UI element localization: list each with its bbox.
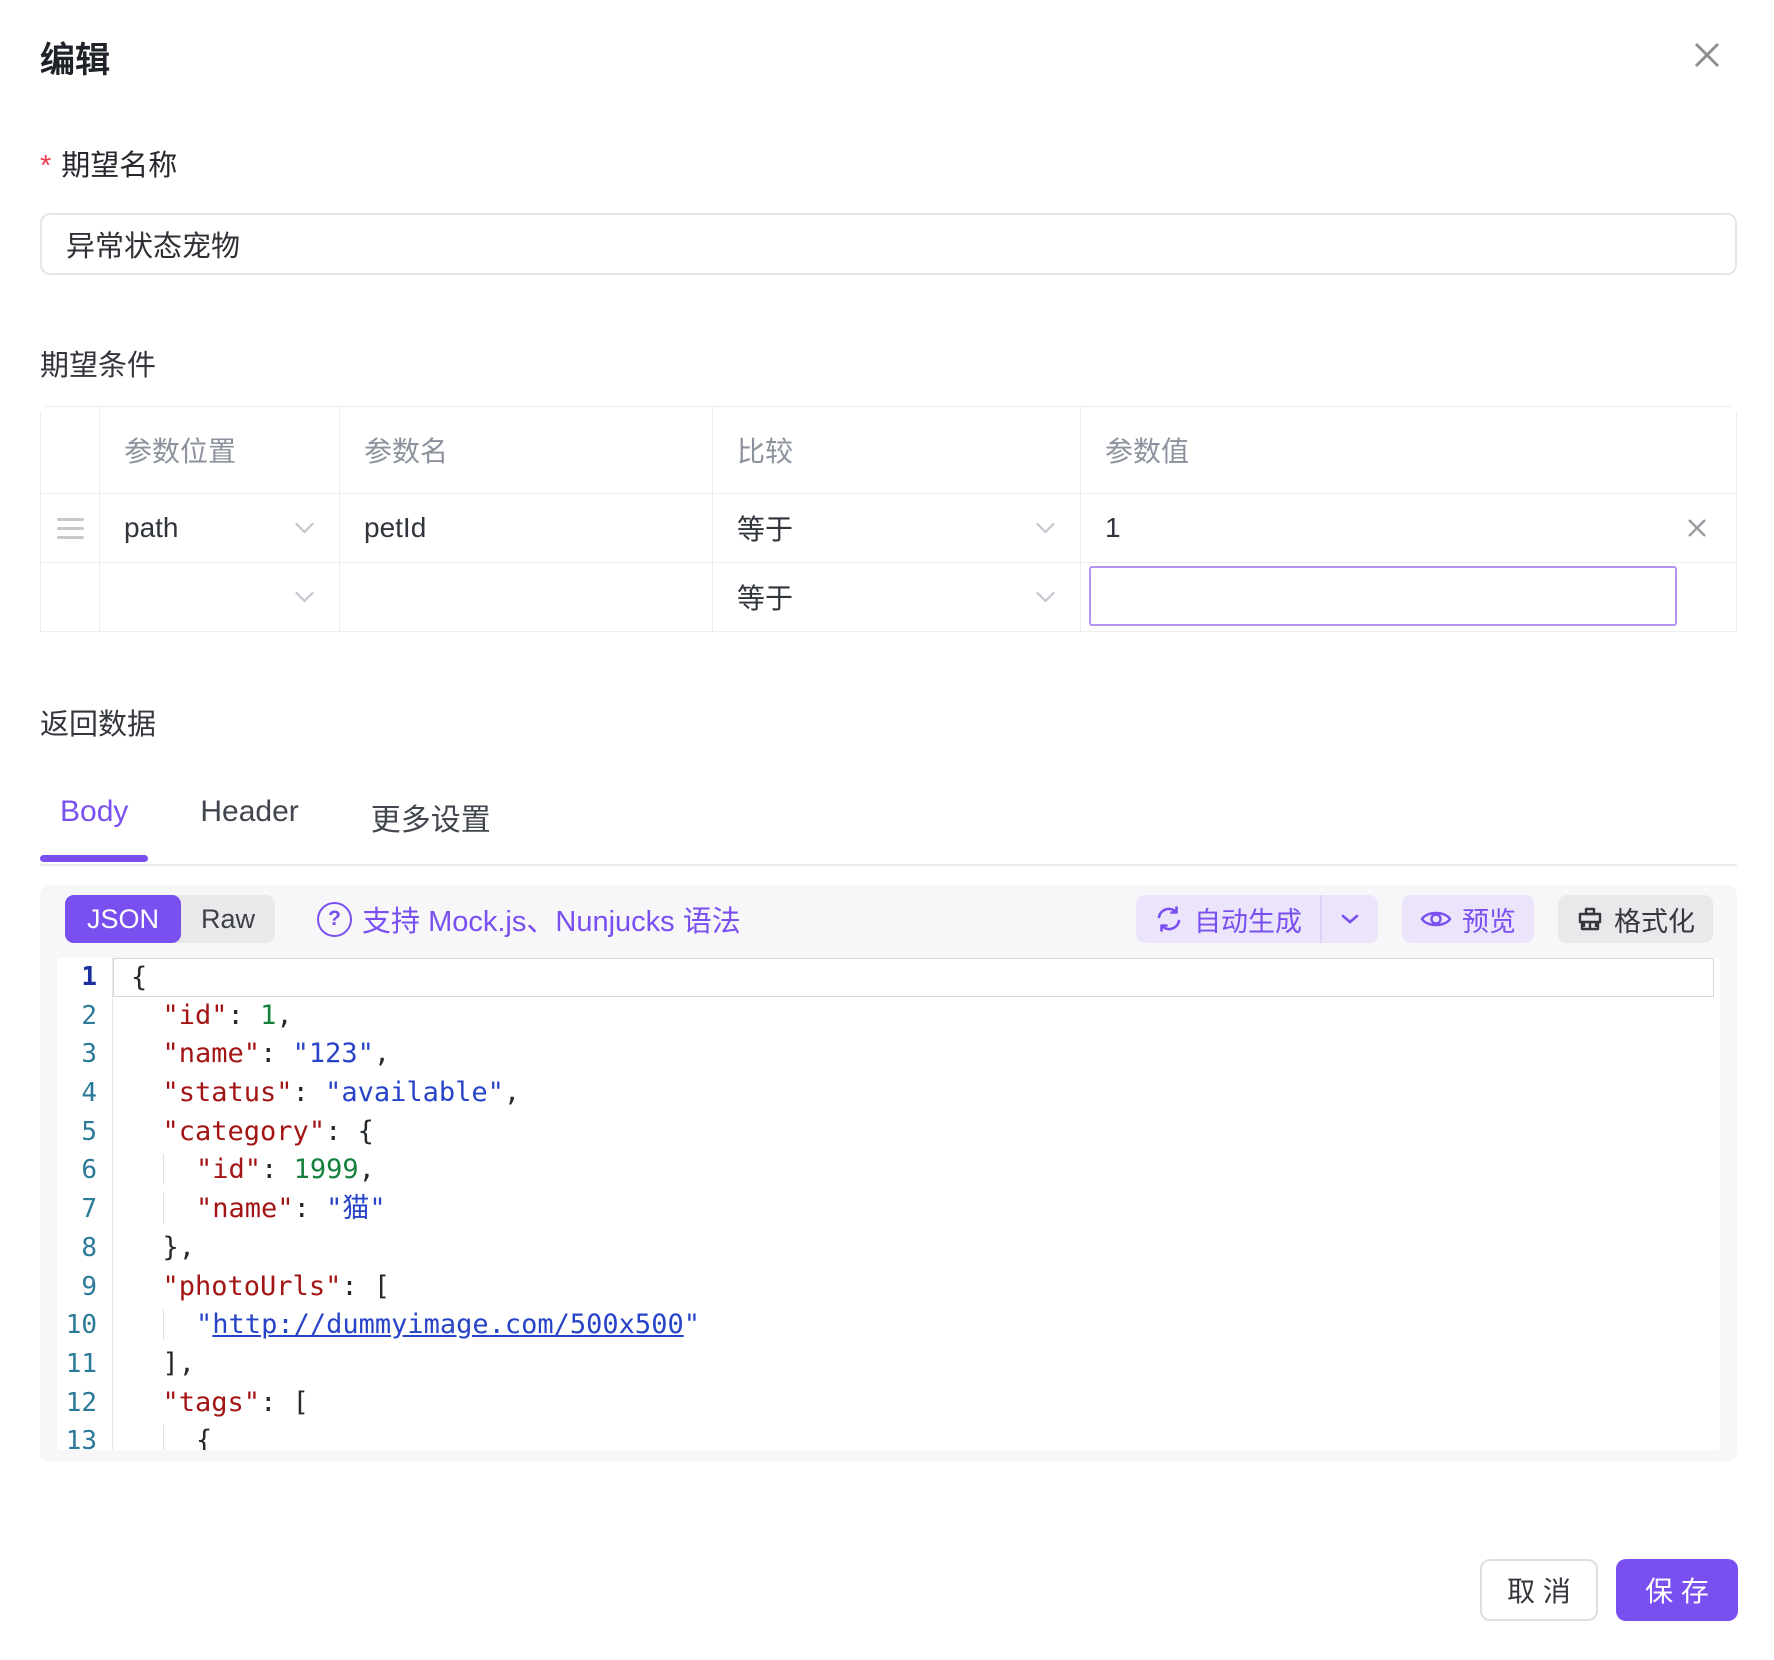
chevron-down-icon xyxy=(294,522,315,535)
param-value-input[interactable]: 1 xyxy=(1080,493,1736,562)
expectation-name-value: 异常状态宠物 xyxy=(66,223,240,265)
code-line[interactable]: 6 "id": 1999, xyxy=(57,1151,1720,1190)
editor-toolbar: JSON Raw ? 支持 Mock.js、Nunjucks 语法 自动生成 xyxy=(65,895,1713,943)
param-name-input[interactable] xyxy=(339,562,712,631)
line-number: 10 xyxy=(57,1306,113,1345)
line-number: 13 xyxy=(57,1422,113,1450)
code-line[interactable]: 10 "http://dummyimage.com/500x500" xyxy=(57,1306,1720,1345)
cancel-button[interactable]: 取 消 xyxy=(1480,1559,1598,1621)
code-line-content: "id": 1, xyxy=(113,997,1720,1036)
code-line[interactable]: 1{ xyxy=(57,958,1720,997)
format-icon xyxy=(1576,905,1604,933)
tab-header[interactable]: Header xyxy=(200,795,298,857)
code-line[interactable]: 8 }, xyxy=(57,1229,1720,1268)
drag-handle-icon[interactable] xyxy=(57,518,84,539)
line-number: 7 xyxy=(57,1190,113,1229)
line-number: 9 xyxy=(57,1268,113,1307)
auto-generate-split-button: 自动生成 xyxy=(1136,895,1378,943)
body-editor-panel: JSON Raw ? 支持 Mock.js、Nunjucks 语法 自动生成 xyxy=(40,885,1737,1462)
line-number: 12 xyxy=(57,1384,113,1423)
syntax-hint-link[interactable]: ? 支持 Mock.js、Nunjucks 语法 xyxy=(317,898,741,940)
code-line-content: "category": { xyxy=(113,1113,1720,1152)
clear-value-icon[interactable] xyxy=(1684,515,1710,541)
name-field-label: *期望名称 xyxy=(40,142,177,184)
response-tabs: Body Header 更多设置 xyxy=(40,795,1737,866)
eye-icon xyxy=(1420,907,1452,931)
code-line-content: ], xyxy=(113,1345,1720,1384)
condition-table: 参数位置 参数名 比较 参数值 path petId 等于 1 等于 xyxy=(40,406,1737,632)
auto-generate-button[interactable]: 自动生成 xyxy=(1136,900,1320,939)
table-header-handle xyxy=(41,407,99,493)
code-line-content: { xyxy=(113,958,1714,997)
chevron-down-icon xyxy=(1035,591,1056,604)
line-number: 6 xyxy=(57,1151,113,1190)
line-number: 1 xyxy=(57,958,113,997)
code-line[interactable]: 13 { xyxy=(57,1422,1720,1450)
code-line-content: "name": "123", xyxy=(113,1035,1720,1074)
param-name-value: petId xyxy=(364,512,426,544)
save-button[interactable]: 保 存 xyxy=(1616,1559,1738,1621)
code-line-content: }, xyxy=(113,1229,1720,1268)
expectation-name-input[interactable]: 异常状态宠物 xyxy=(40,213,1737,275)
code-line-content: "status": "available", xyxy=(113,1074,1720,1113)
code-line-content: "name": "猫" xyxy=(113,1190,1720,1229)
table-header-value: 参数值 xyxy=(1080,407,1736,493)
code-line[interactable]: 12 "tags": [ xyxy=(57,1384,1720,1423)
focused-value-input[interactable] xyxy=(1089,566,1677,626)
row-drag-handle xyxy=(41,562,99,631)
code-line[interactable]: 7 "name": "猫" xyxy=(57,1190,1720,1229)
code-line-content: "http://dummyimage.com/500x500" xyxy=(113,1306,1720,1345)
chevron-down-icon xyxy=(1035,522,1056,535)
required-asterisk: * xyxy=(40,150,51,182)
param-position-select[interactable] xyxy=(99,562,339,631)
table-header-compare: 比较 xyxy=(712,407,1080,493)
tab-more-settings[interactable]: 更多设置 xyxy=(371,795,491,867)
code-line-content: "id": 1999, xyxy=(113,1151,1720,1190)
line-number: 3 xyxy=(57,1035,113,1074)
line-number: 5 xyxy=(57,1113,113,1152)
syntax-hint-text: 支持 Mock.js、Nunjucks 语法 xyxy=(362,898,741,940)
table-header-param: 参数名 xyxy=(339,407,712,493)
line-number: 4 xyxy=(57,1074,113,1113)
param-value-text: 1 xyxy=(1105,512,1121,544)
question-circle-icon: ? xyxy=(317,902,352,937)
code-line[interactable]: 2 "id": 1, xyxy=(57,997,1720,1036)
chevron-down-icon xyxy=(294,591,315,604)
line-number: 8 xyxy=(57,1229,113,1268)
compare-value: 等于 xyxy=(737,577,793,617)
code-line[interactable]: 4 "status": "available", xyxy=(57,1074,1720,1113)
mode-raw-button[interactable]: Raw xyxy=(181,895,275,943)
line-number: 11 xyxy=(57,1345,113,1384)
code-line[interactable]: 11 ], xyxy=(57,1345,1720,1384)
compare-select[interactable]: 等于 xyxy=(712,493,1080,562)
mode-switch: JSON Raw xyxy=(65,895,275,943)
param-position-value: path xyxy=(124,512,179,544)
code-editor[interactable]: 1{2 "id": 1,3 "name": "123",4 "status": … xyxy=(57,958,1720,1450)
auto-generate-dropdown-button[interactable] xyxy=(1322,913,1378,925)
condition-section-title: 期望条件 xyxy=(40,342,156,384)
refresh-icon xyxy=(1154,904,1184,934)
param-position-select[interactable]: path xyxy=(99,493,339,562)
compare-select[interactable]: 等于 xyxy=(712,562,1080,631)
row-drag-handle[interactable] xyxy=(41,493,99,562)
tab-body[interactable]: Body xyxy=(60,795,128,857)
line-number: 2 xyxy=(57,997,113,1036)
param-value-input[interactable] xyxy=(1080,562,1736,631)
code-line-content: "tags": [ xyxy=(113,1384,1720,1423)
return-data-section-title: 返回数据 xyxy=(40,701,156,743)
compare-value: 等于 xyxy=(737,508,793,548)
param-name-input[interactable]: petId xyxy=(339,493,712,562)
code-line-content: { xyxy=(113,1422,1720,1450)
format-button[interactable]: 格式化 xyxy=(1558,895,1713,943)
code-line-content: "photoUrls": [ xyxy=(113,1268,1720,1307)
code-line[interactable]: 5 "category": { xyxy=(57,1113,1720,1152)
mode-json-button[interactable]: JSON xyxy=(65,895,181,943)
page-title: 编辑 xyxy=(40,32,110,83)
code-line[interactable]: 9 "photoUrls": [ xyxy=(57,1268,1720,1307)
preview-button[interactable]: 预览 xyxy=(1402,895,1534,943)
code-line[interactable]: 3 "name": "123", xyxy=(57,1035,1720,1074)
close-icon[interactable] xyxy=(1688,36,1726,74)
table-header-position: 参数位置 xyxy=(99,407,339,493)
